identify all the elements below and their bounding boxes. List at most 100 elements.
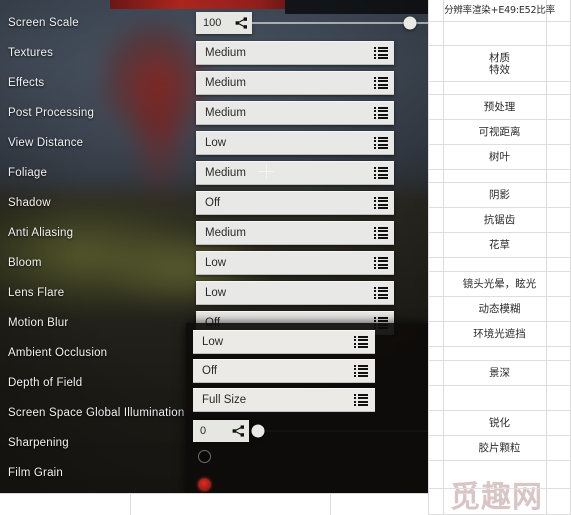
dropdown-value-post-processing: Medium	[205, 107, 246, 119]
setting-control-view-distance: Low	[196, 131, 394, 155]
dropdown-view-distance[interactable]: Low	[196, 131, 394, 155]
overlay-control-ambient-occlusion: Low	[193, 330, 375, 354]
setting-label-textures: Textures	[8, 47, 54, 59]
dropdown-textures[interactable]: Medium	[196, 41, 394, 65]
setting-row-post-processing: Post Processing Medium	[0, 98, 410, 128]
setting-control-lens-flare: Low	[196, 281, 394, 305]
spreadsheet-cell-text: 预处理	[483, 101, 516, 113]
spreadsheet-cell-text: 胶片颗粒	[478, 442, 521, 454]
dropdown-shadow[interactable]: Off	[196, 191, 394, 215]
dropdown-bloom[interactable]: Low	[196, 251, 394, 275]
setting-label-foliage: Foliage	[8, 167, 48, 179]
setting-label-sharpening: Sharpening	[8, 437, 69, 449]
spreadsheet-row[interactable]	[428, 461, 571, 489]
dropdown-post-processing[interactable]: Medium	[196, 101, 394, 125]
setting-label-motion-blur: Motion Blur	[8, 317, 69, 329]
list-icon	[374, 257, 388, 269]
spreadsheet-row[interactable]: 镜头光晕，眩光	[428, 272, 571, 297]
list-icon	[354, 365, 368, 377]
slider-knob-screen-scale[interactable]	[403, 16, 417, 30]
spreadsheet-cell-text: 锐化	[489, 417, 510, 429]
spreadsheet-cell-text: 可视距离	[478, 126, 521, 138]
setting-label-screen-space-global-illumination: Screen Space Global Illumination	[8, 407, 185, 419]
toggle-film-grain[interactable]	[198, 450, 211, 463]
spreadsheet-row[interactable]	[428, 489, 571, 515]
setting-row-textures: Textures Medium	[0, 38, 410, 68]
setting-control-screen-scale: 100	[196, 11, 556, 35]
dropdown-value-depth-of-field: Off	[202, 365, 218, 377]
overlay-control-film-grain	[193, 450, 375, 474]
spreadsheet-row[interactable]: 材质 特效	[428, 46, 571, 82]
setting-row-view-distance: View Distance Low	[0, 128, 410, 158]
list-icon	[374, 287, 388, 299]
spreadsheet-row[interactable]	[428, 258, 571, 272]
spreadsheet-row[interactable]	[428, 82, 571, 95]
setting-row-shadow: Shadow Off	[0, 188, 410, 218]
spreadsheet-row[interactable]: 预处理	[428, 95, 571, 120]
spreadsheet-row[interactable]: 动态模糊	[428, 297, 571, 322]
setting-label-screen-scale: Screen Scale	[8, 17, 79, 29]
spreadsheet-row[interactable]: 可视距离	[428, 120, 571, 145]
dropdown-lens-flare[interactable]: Low	[196, 281, 394, 305]
spreadsheet-cell-text: 动态模糊	[478, 303, 521, 315]
dropdown-value-textures: Medium	[205, 47, 246, 59]
setting-control-anti-aliasing: Medium	[196, 221, 394, 245]
slider-knob-sharpening[interactable]	[251, 424, 265, 438]
dropdown-depth-of-field[interactable]: Off	[193, 359, 375, 383]
spreadsheet-cell-text: 抗锯齿	[483, 214, 516, 226]
spreadsheet-row[interactable]: 锐化	[428, 411, 571, 436]
setting-label-lens-flare: Lens Flare	[8, 287, 65, 299]
slider-value-box-sharpening[interactable]: 0	[193, 420, 249, 442]
list-icon	[354, 394, 368, 406]
dropdown-value-foliage: Medium	[205, 167, 246, 179]
setting-row-lens-flare: Lens Flare Low	[0, 278, 410, 308]
settings-overlay-controls: Low Off Full Size 0	[186, 323, 563, 508]
setting-row-effects: Effects Medium	[0, 68, 410, 98]
spreadsheet-row[interactable]: 花草	[428, 233, 571, 258]
spreadsheet-row[interactable]	[428, 347, 571, 361]
spreadsheet-bottom-edge	[0, 493, 428, 515]
dropdown-foliage[interactable]: Medium	[196, 161, 394, 185]
setting-row-foliage: Foliage Medium	[0, 158, 410, 188]
spreadsheet-cell-text: 阴影	[489, 189, 510, 201]
spreadsheet-row[interactable]: 抗锯齿	[428, 208, 571, 233]
toggle-chromatic-aberration[interactable]	[198, 478, 211, 491]
dropdown-screen-space-global-illumination[interactable]: Full Size	[193, 388, 375, 412]
dropdown-effects[interactable]: Medium	[196, 71, 394, 95]
list-icon	[354, 336, 368, 348]
annotation-spreadsheet[interactable]: 觅趣网 分辨率渲染+E49:E52比率 材质 特效 预处理 可视距离 树叶 阴影 抗锯齿 花草…	[428, 0, 571, 515]
dropdown-value-effects: Medium	[205, 77, 246, 89]
spreadsheet-row[interactable]: 胶片颗粒	[428, 436, 571, 461]
spreadsheet-cell-text: 树叶	[489, 151, 510, 163]
setting-label-shadow: Shadow	[8, 197, 51, 209]
spreadsheet-cell-text: 材质 特效	[489, 51, 510, 76]
setting-control-shadow: Off	[196, 191, 394, 215]
spreadsheet-row[interactable]	[428, 170, 571, 183]
slider-value-box-screen-scale[interactable]: 100	[196, 12, 252, 34]
setting-control-post-processing: Medium	[196, 101, 394, 125]
dropdown-ambient-occlusion[interactable]: Low	[193, 330, 375, 354]
setting-label-effects: Effects	[8, 77, 45, 89]
dropdown-anti-aliasing[interactable]: Medium	[196, 221, 394, 245]
dropdown-value-ambient-occlusion: Low	[202, 336, 224, 348]
spreadsheet-row[interactable]: 树叶	[428, 145, 571, 170]
setting-row-bloom: Bloom Low	[0, 248, 410, 278]
setting-row-anti-aliasing: Anti Aliasing Medium	[0, 218, 410, 248]
setting-label-film-grain: Film Grain	[8, 467, 64, 479]
spreadsheet-row[interactable]: 景深	[428, 361, 571, 386]
spreadsheet-cell-text: 花草	[489, 239, 510, 251]
spreadsheet-row[interactable]: 环境光遮挡	[428, 322, 571, 347]
list-icon	[374, 77, 388, 89]
spreadsheet-cell-text: 环境光遮挡	[473, 328, 526, 340]
setting-row-screen-scale: Screen Scale 100	[0, 8, 556, 38]
list-icon	[374, 137, 388, 149]
spreadsheet-cell-text: 分辨率渲染+E49:E52比率	[444, 4, 555, 16]
spreadsheet-row[interactable]: 阴影	[428, 183, 571, 208]
dropdown-value-lens-flare: Low	[205, 287, 227, 299]
spreadsheet-cell-text: 景深	[489, 367, 510, 379]
setting-control-bloom: Low	[196, 251, 394, 275]
spreadsheet-row[interactable]	[428, 386, 571, 411]
spreadsheet-row[interactable]: 分辨率渲染+E49:E52比率	[428, 0, 571, 22]
overlay-control-screen-space-global-illumination: Full Size	[193, 388, 375, 412]
spreadsheet-row[interactable]	[428, 22, 571, 46]
